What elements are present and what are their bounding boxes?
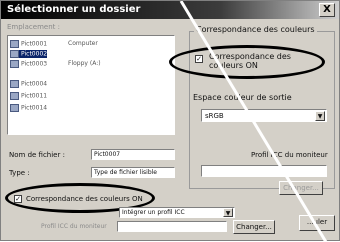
select-folder-dialog: Sélectionner un dossier X Emplacement : …	[0, 0, 340, 242]
composite-split-line	[179, 1, 328, 242]
